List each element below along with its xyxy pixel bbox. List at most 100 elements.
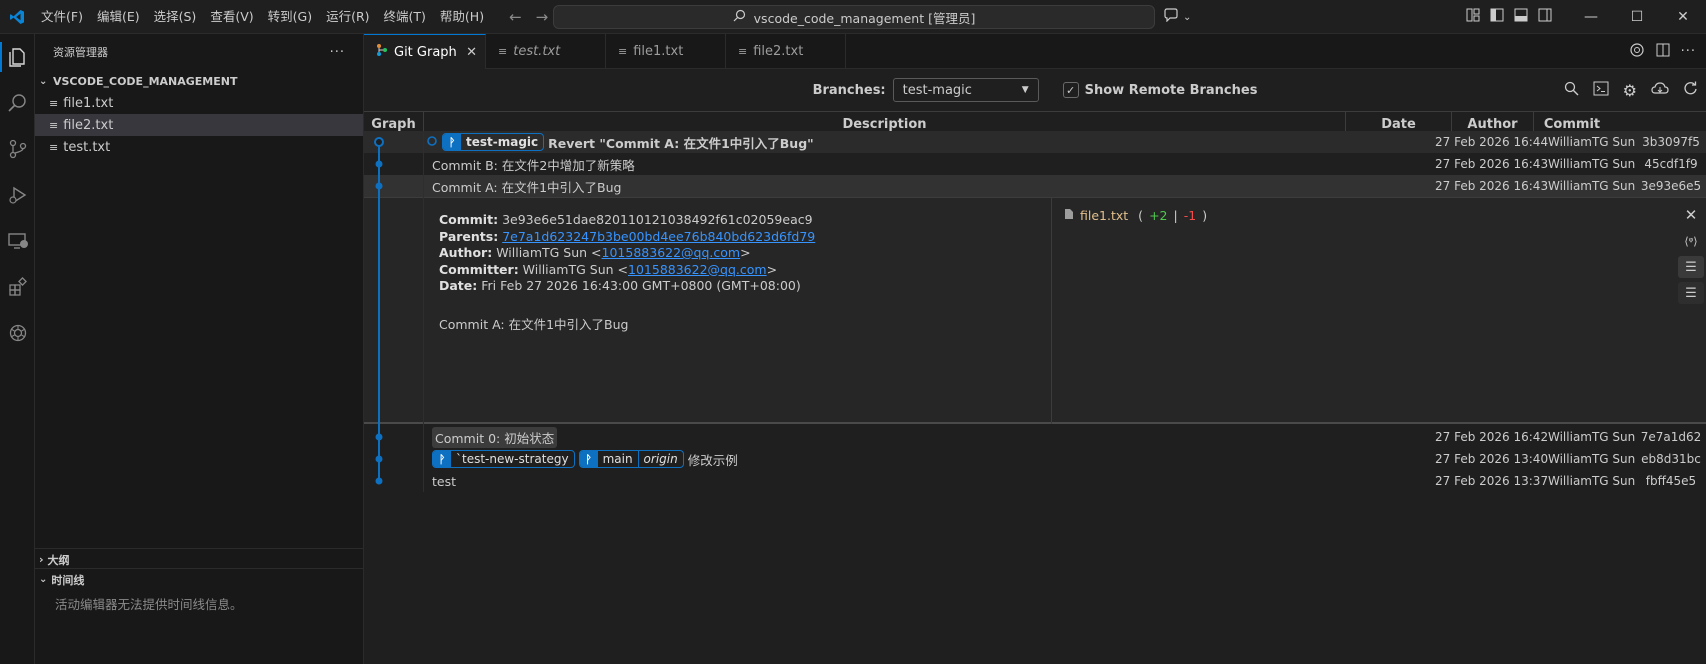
close-icon[interactable]: ✕ (466, 45, 477, 60)
back-arrow-icon[interactable]: ← (509, 8, 522, 26)
terminal-icon[interactable] (1593, 81, 1609, 100)
outline-section[interactable]: › 大纲 (35, 548, 364, 570)
split-editor-icon[interactable] (1655, 42, 1671, 62)
menu-file[interactable]: 文件(F) (34, 0, 90, 34)
committer-email-link[interactable]: 1015883622@qq.com (628, 262, 767, 277)
changed-file-name[interactable]: file1.txt (1080, 208, 1128, 223)
text-file-icon: ≡ (49, 96, 59, 110)
commit-description: ᚹ `test-new-strategy ᚹ main origin 修改示例 (432, 450, 738, 469)
menu-selection[interactable]: 选择(S) (147, 0, 204, 34)
close-window-button[interactable]: ✕ (1660, 0, 1706, 34)
commit-details-panel: Commit: 3e93e6e51dae820110121038492f61c0… (364, 197, 1706, 424)
commit-row[interactable]: Commit 0: 初始状态 27 Feb 2026 16:42 William… (364, 426, 1706, 448)
menu-edit[interactable]: 编辑(E) (90, 0, 147, 34)
committer-name: WilliamTG Sun < (522, 261, 629, 277)
parent-hash-link[interactable]: 7e7a1d623247b3be00bd4ee76b840bd623d6fd79 (502, 229, 815, 244)
text-file-icon: ≡ (738, 45, 748, 58)
menu-help[interactable]: 帮助(H) (433, 0, 491, 34)
code-review-icon[interactable]: ⟨ᵠ⟩ (1678, 230, 1704, 252)
source-control-icon[interactable] (0, 126, 35, 172)
list-view-icon[interactable]: ☰ (1678, 282, 1704, 304)
commit-row[interactable]: Commit B: 在文件2中增加了新策略 27 Feb 2026 16:43 … (364, 153, 1706, 175)
remote-explorer-icon[interactable] (0, 218, 35, 264)
settings-gear-icon[interactable]: ⚙ (1623, 81, 1637, 100)
toggle-primary-sidebar-icon[interactable] (1490, 8, 1504, 26)
workspace-folder-label: VSCODE_CODE_MANAGEMENT (53, 74, 238, 88)
copilot-chat-icon[interactable] (1163, 8, 1179, 26)
author-email-link[interactable]: 1015883622@qq.com (602, 245, 741, 260)
file-item-file2[interactable]: ≡ file2.txt (35, 114, 363, 136)
author-end: > (740, 245, 751, 260)
tree-view-icon[interactable]: ☰ (1678, 256, 1704, 278)
chatgpt-icon[interactable] (1629, 42, 1645, 62)
remote-ref-label: origin (637, 451, 683, 467)
fetch-cloud-icon[interactable] (1651, 81, 1669, 100)
find-icon[interactable] (1564, 81, 1579, 100)
explorer-icon[interactable] (0, 34, 35, 80)
changed-file-entry[interactable]: file1.txt ( +2 | -1 ) (1064, 208, 1207, 223)
toggle-secondary-sidebar-icon[interactable] (1538, 8, 1552, 26)
timeline-section[interactable]: ⌄ 时间线 (35, 568, 364, 590)
more-actions-icon[interactable]: ··· (1681, 44, 1696, 59)
tab-test-txt[interactable]: ≡ test.txt (486, 34, 606, 69)
commit-row[interactable]: test 27 Feb 2026 13:37 WilliamTG Sun fbf… (364, 470, 1706, 492)
forward-arrow-icon[interactable]: → (536, 8, 549, 26)
vscode-logo-icon (0, 0, 34, 34)
commit-row-selected[interactable]: Commit A: 在文件1中引入了Bug 27 Feb 2026 16:43 … (364, 175, 1706, 197)
chevron-down-icon[interactable]: ⌄ (1183, 12, 1191, 23)
committer-end: > (766, 261, 778, 277)
menu-view[interactable]: 查看(V) (203, 0, 260, 34)
date-label: Date: (439, 278, 478, 293)
git-graph-controls: Branches: test-magic ▼ ✓ Show Remote Bra… (364, 69, 1706, 111)
branch-ref-test-new-strategy[interactable]: ᚹ `test-new-strategy (432, 450, 575, 468)
show-remote-branches-label: Show Remote Branches (1084, 82, 1258, 98)
text-file-icon: ≡ (618, 45, 628, 58)
minimize-button[interactable]: — (1568, 0, 1614, 34)
search-icon (733, 9, 746, 25)
commit-row[interactable]: ᚹ test-magic Revert "Commit A: 在文件1中引入了B… (364, 131, 1706, 153)
run-debug-icon[interactable] (0, 172, 35, 218)
commit-message: Commit 0: 初始状态 (432, 426, 558, 448)
tab-file1-txt[interactable]: ≡ file1.txt (606, 34, 726, 69)
file-label: file2.txt (63, 117, 114, 133)
menu-go[interactable]: 转到(G) (261, 0, 319, 34)
command-center[interactable]: vscode_code_management [管理员] (553, 5, 1155, 29)
extensions-icon[interactable] (0, 264, 35, 310)
more-actions-icon[interactable]: ··· (330, 45, 345, 60)
toggle-panel-icon[interactable] (1514, 8, 1528, 26)
outline-label: 大纲 (47, 553, 70, 567)
branch-ref-test-magic[interactable]: ᚹ test-magic (442, 133, 545, 151)
commit-hash: 3b3097f5 (1642, 135, 1700, 149)
graph-head-node (374, 137, 384, 147)
diff-open-paren: ( (1138, 208, 1144, 223)
diff-additions: +2 (1149, 208, 1168, 223)
parents-label: Parents: (439, 228, 499, 244)
commit-description: Commit B: 在文件2中增加了新策略 (432, 155, 635, 174)
commit-message-full: Commit A: 在文件1中引入了Bug (439, 316, 629, 332)
file-label: file1.txt (63, 95, 114, 111)
close-icon[interactable]: ✕ (1678, 204, 1704, 226)
chevron-down-icon: ⌄ (39, 75, 48, 87)
menu-run[interactable]: 运行(R) (319, 0, 376, 34)
commit-date: 27 Feb 2026 16:43 (1435, 179, 1549, 193)
checkbox-checked-icon[interactable]: ✓ (1062, 82, 1079, 98)
uncommitted-circle-icon (426, 135, 438, 150)
show-remote-branches-toggle[interactable]: ✓ Show Remote Branches (1062, 82, 1258, 98)
commit-description: test (432, 474, 456, 489)
branches-dropdown[interactable]: test-magic ▼ (892, 78, 1039, 102)
commit-row[interactable]: ᚹ `test-new-strategy ᚹ main origin 修改示例 … (364, 448, 1706, 470)
workspace-folder[interactable]: ⌄ VSCODE_CODE_MANAGEMENT (35, 70, 363, 92)
maximize-button[interactable]: ☐ (1614, 0, 1660, 34)
file-item-test[interactable]: ≡ test.txt (35, 136, 363, 158)
chatgpt-icon[interactable] (0, 310, 35, 356)
tab-file2-txt[interactable]: ≡ file2.txt (726, 34, 846, 69)
menu-terminal[interactable]: 终端(T) (377, 0, 433, 34)
search-icon[interactable] (0, 80, 35, 126)
customize-layout-icon[interactable] (1466, 8, 1480, 26)
tab-git-graph[interactable]: Git Graph ✕ (364, 34, 486, 69)
branch-ref-main[interactable]: ᚹ main origin (578, 450, 684, 468)
refresh-icon[interactable] (1683, 81, 1698, 100)
commit-date: 27 Feb 2026 16:42 (1435, 430, 1549, 444)
file-item-file1[interactable]: ≡ file1.txt (35, 92, 363, 114)
title-bar: 文件(F) 编辑(E) 选择(S) 查看(V) 转到(G) 运行(R) 终端(T… (0, 0, 1706, 34)
